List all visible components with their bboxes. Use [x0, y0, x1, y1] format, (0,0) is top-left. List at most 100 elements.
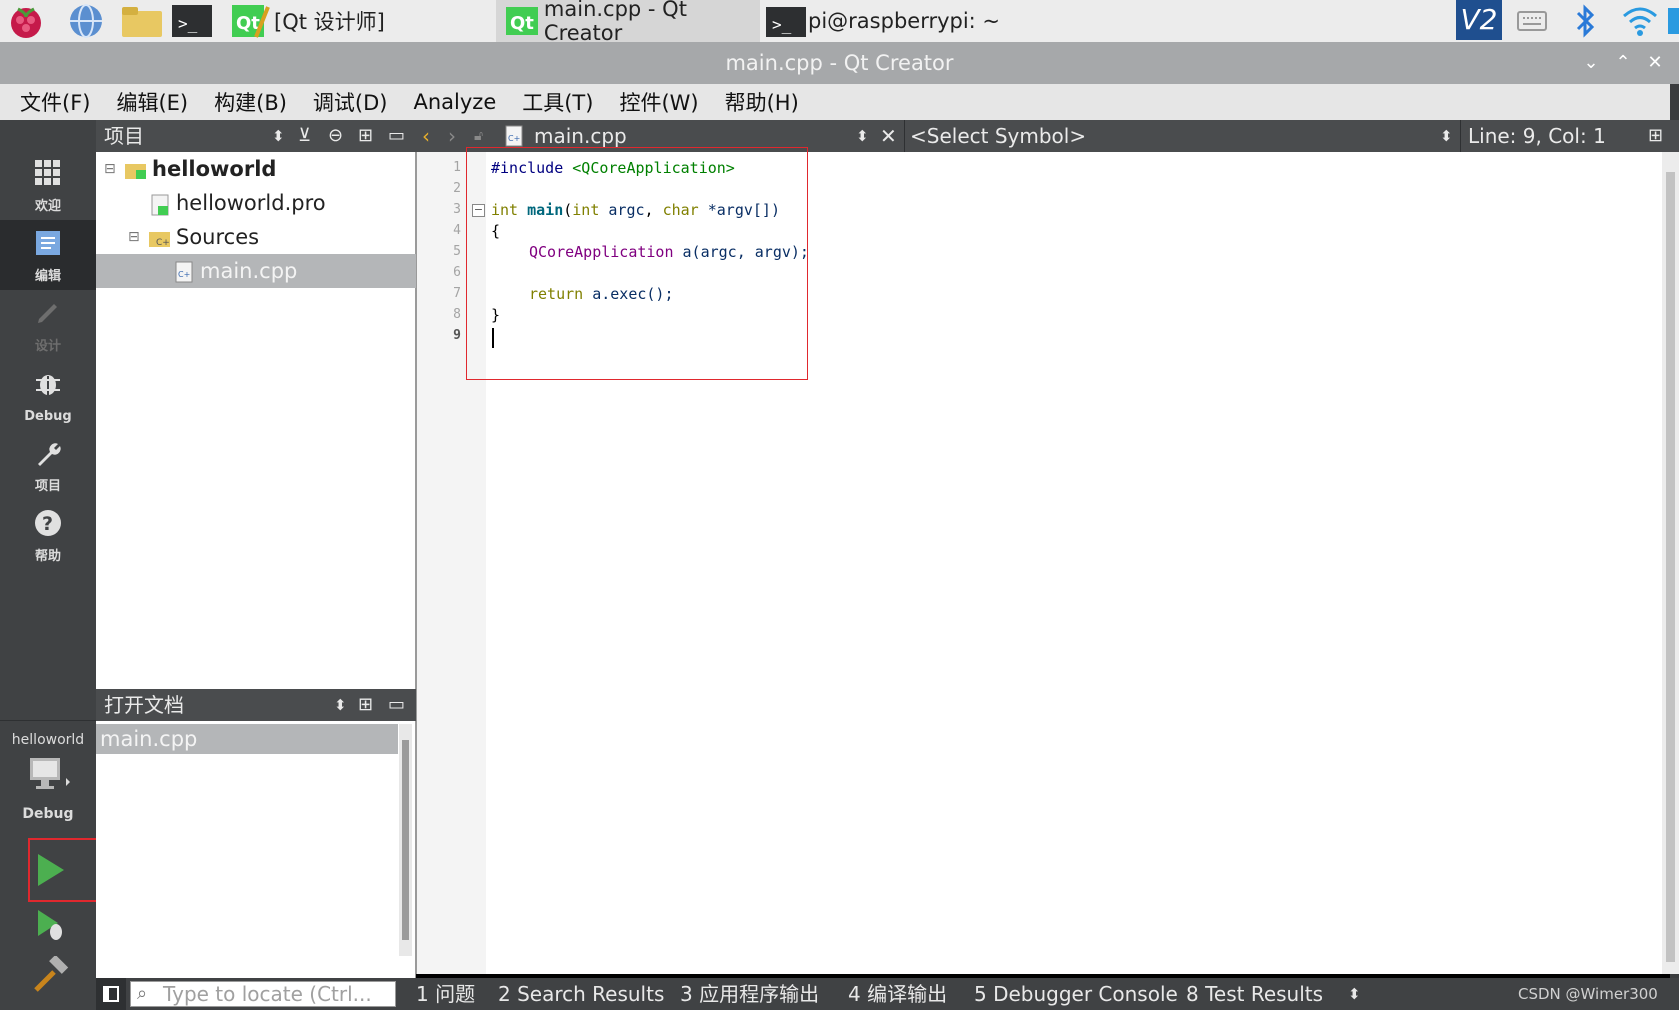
project-folder-icon — [125, 164, 146, 179]
menu-debug[interactable]: 调试(D) — [313, 87, 388, 117]
line-number: 6 — [453, 265, 461, 280]
output-tab-test-results[interactable]: 8 Test Results — [1186, 978, 1323, 1010]
menu-build[interactable]: 构建(B) — [214, 87, 287, 117]
split-editor-icon[interactable]: ⊞ — [1648, 120, 1663, 152]
open-docs-scrollbar[interactable] — [399, 724, 412, 956]
mode-debug[interactable]: Debug — [0, 360, 96, 430]
raspberry-menu-icon[interactable] — [6, 3, 46, 39]
toolbar-divider — [904, 120, 905, 152]
svg-text:C+: C+ — [508, 134, 520, 143]
wifi-icon[interactable] — [1620, 4, 1660, 42]
toggle-sidebar-button[interactable] — [96, 978, 126, 1010]
split-pane-icon[interactable]: ⊞ — [358, 120, 373, 152]
window-titlebar[interactable]: main.cpp - Qt Creator ⌄ ⌃ ✕ — [0, 42, 1679, 84]
svg-text:>_: >_ — [178, 14, 198, 33]
close-pane-icon[interactable]: ▭ — [388, 120, 405, 152]
cursor-position[interactable]: Line: 9, Col: 1 — [1468, 120, 1606, 152]
menu-widgets[interactable]: 控件(W) — [619, 87, 698, 117]
mode-design[interactable]: 设计 — [0, 290, 96, 360]
mode-edit[interactable]: 编辑 — [0, 220, 96, 290]
menu-analyze[interactable]: Analyze — [413, 90, 496, 114]
pro-file-icon — [151, 194, 169, 216]
line-number: 2 — [453, 181, 461, 196]
tree-item-main-cpp[interactable]: C+ main.cpp — [96, 254, 416, 288]
split-pane-icon[interactable]: ⊞ — [358, 689, 373, 721]
locator-placeholder: Type to locate (Ctrl... — [163, 982, 372, 1006]
projects-pane-title[interactable]: 项目 — [104, 124, 144, 148]
build-button[interactable] — [32, 954, 72, 1000]
scrollbar-thumb[interactable] — [402, 740, 409, 940]
menu-edit[interactable]: 编辑(E) — [116, 87, 188, 117]
maximize-button[interactable]: ⌃ — [1608, 42, 1638, 84]
more-tabs-icon[interactable]: ⬍ — [1348, 978, 1361, 1010]
editor-scrollbar[interactable] — [1662, 152, 1679, 974]
cpp-file-icon: C+ — [505, 125, 523, 147]
mode-label: 欢迎 — [34, 199, 61, 214]
task-qt-designer[interactable]: Qt [Qt 设计师] — [230, 0, 480, 42]
pane-sort-icon[interactable]: ⬍ — [334, 689, 347, 721]
output-tab-search-results[interactable]: 2 Search Results — [498, 978, 664, 1010]
menu-tools[interactable]: 工具(T) — [522, 87, 593, 117]
sidebar-toggle-icon — [103, 986, 119, 1002]
toolbar-divider — [1460, 120, 1461, 152]
scrollbar-thumb[interactable] — [1666, 172, 1675, 962]
terminal-icon: >_ — [766, 7, 806, 37]
symbol-selector[interactable]: <Select Symbol> — [910, 120, 1086, 152]
output-tab-application-output[interactable]: 3 应用程序输出 — [680, 978, 819, 1010]
run-button[interactable] — [32, 850, 72, 894]
kit-project-name: helloworld — [11, 732, 85, 748]
qt-logo-icon: Qt — [506, 7, 538, 35]
svg-text:C+: C+ — [156, 238, 170, 248]
line-number: 4 — [453, 223, 461, 238]
file-dropdown-icon[interactable]: ⬍ — [856, 120, 869, 152]
output-tab-issues[interactable]: 1 问题 — [416, 978, 475, 1010]
nav-back-icon[interactable]: ‹ — [422, 120, 430, 152]
pane-sort-icon[interactable]: ⬍ — [272, 120, 285, 152]
watermark: CSDN @Wimer300 — [1518, 985, 1658, 1003]
filter-icon[interactable]: ⊻ — [298, 120, 311, 152]
task-label: [Qt 设计师] — [274, 10, 385, 34]
debug-run-button[interactable] — [32, 906, 72, 950]
mode-selector: 欢迎 编辑 设计 Debug 项目 ? 帮助 helloworld Debug — [0, 120, 98, 1010]
open-doc-item[interactable]: main.cpp — [96, 724, 398, 754]
terminal-icon[interactable]: >_ — [170, 3, 212, 39]
menu-help[interactable]: 帮助(H) — [725, 87, 799, 117]
line-number: 5 — [453, 244, 461, 259]
kit-build-config: Debug — [22, 806, 74, 822]
symbol-dropdown-icon[interactable]: ⬍ — [1440, 120, 1453, 152]
browser-globe-icon[interactable] — [66, 3, 106, 39]
close-button[interactable]: ✕ — [1640, 42, 1670, 84]
tree-item-pro-file[interactable]: helloworld.pro — [96, 186, 416, 220]
task-qt-creator[interactable]: Qt main.cpp - Qt Creator — [496, 0, 760, 45]
minimize-button[interactable]: ⌄ — [1576, 42, 1606, 84]
collapse-icon[interactable]: ⊟ — [128, 220, 140, 254]
mode-label: 项目 — [34, 479, 61, 494]
nav-forward-icon[interactable]: › — [448, 120, 456, 152]
volume-icon[interactable] — [1668, 8, 1679, 34]
tree-item-project[interactable]: ⊟ helloworld — [96, 152, 416, 186]
tree-item-label: helloworld.pro — [176, 191, 326, 215]
file-manager-folder-icon[interactable] — [120, 3, 162, 39]
sync-link-icon[interactable]: ⊖ — [328, 120, 343, 152]
v2ray-tray-icon[interactable]: V2 — [1456, 0, 1502, 40]
edit-document-icon — [36, 231, 60, 255]
keyboard-icon[interactable] — [1516, 6, 1550, 40]
kit-selector[interactable] — [28, 756, 72, 800]
mode-projects[interactable]: 项目 — [0, 430, 96, 500]
output-tab-compile-output[interactable]: 4 编译输出 — [848, 978, 947, 1010]
open-docs-pane-title[interactable]: 打开文档 — [104, 693, 184, 717]
task-terminal[interactable]: >_ pi@raspberrypi: ~ — [764, 0, 1028, 42]
tree-item-sources[interactable]: ⊟ C+ Sources — [96, 220, 416, 254]
svg-text:Qt: Qt — [510, 13, 534, 34]
projects-pane-header: 项目 ⬍ ⊻ ⊖ ⊞ ▭ — [96, 120, 416, 152]
menu-file[interactable]: 文件(F) — [20, 87, 90, 117]
output-tab-debugger-console[interactable]: 5 Debugger Console — [974, 978, 1178, 1010]
welcome-grid-icon — [35, 160, 60, 185]
collapse-icon[interactable]: ⊟ — [104, 152, 116, 186]
close-pane-icon[interactable]: ▭ — [388, 689, 405, 721]
locator-input[interactable]: ⌕ Type to locate (Ctrl... — [130, 981, 396, 1007]
mode-help[interactable]: ? 帮助 — [0, 500, 96, 570]
mode-welcome[interactable]: 欢迎 — [0, 150, 96, 220]
close-document-icon[interactable]: ✕ — [880, 120, 897, 152]
bluetooth-icon[interactable] — [1572, 4, 1600, 42]
